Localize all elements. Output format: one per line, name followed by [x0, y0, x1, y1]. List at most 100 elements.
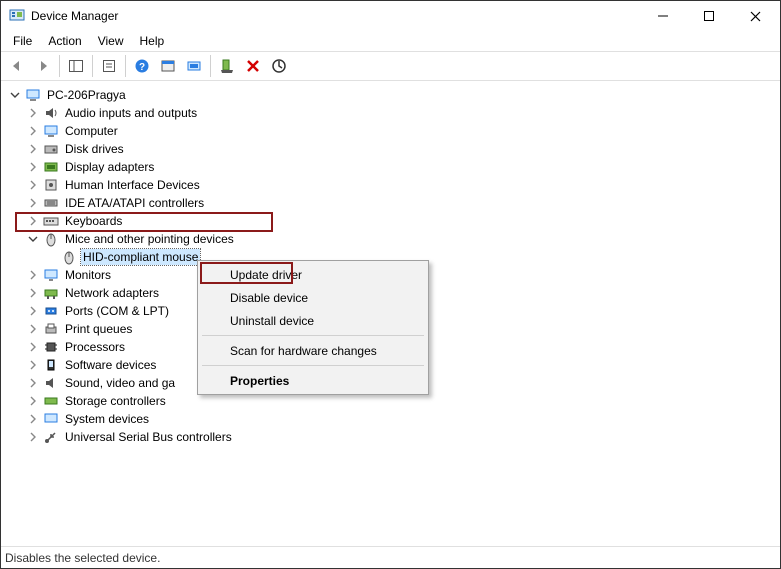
tree-category-row[interactable]: Human Interface Devices	[5, 176, 780, 194]
chevron-right-icon[interactable]	[25, 321, 41, 337]
chevron-right-icon[interactable]	[25, 375, 41, 391]
chevron-down-icon[interactable]	[7, 87, 23, 103]
printer-icon	[43, 321, 59, 337]
chevron-right-icon[interactable]	[25, 411, 41, 427]
chevron-right-icon[interactable]	[25, 159, 41, 175]
device-label: PC-206Pragya	[45, 87, 128, 103]
context-update-driver[interactable]: Update driver	[200, 263, 426, 286]
context-scan-hardware[interactable]: Scan for hardware changes	[200, 339, 426, 362]
app-icon	[9, 8, 25, 24]
device-label: Monitors	[63, 267, 113, 283]
chevron-right-icon[interactable]	[25, 285, 41, 301]
chevron-down-icon[interactable]	[25, 231, 41, 247]
device-label: Keyboards	[63, 213, 124, 229]
computer-icon	[25, 87, 41, 103]
device-label: Print queues	[63, 321, 134, 337]
tree-category-row[interactable]: System devices	[5, 410, 780, 428]
chevron-right-icon[interactable]	[25, 267, 41, 283]
context-menu: Update driver Disable device Uninstall d…	[197, 260, 429, 395]
hid-icon	[43, 177, 59, 193]
chevron-right-icon[interactable]	[25, 303, 41, 319]
context-separator	[202, 335, 424, 336]
software-device-icon	[43, 357, 59, 373]
chevron-right-icon[interactable]	[25, 177, 41, 193]
back-button[interactable]	[5, 54, 29, 78]
monitor-icon	[43, 267, 59, 283]
chevron-right-icon[interactable]	[25, 195, 41, 211]
context-uninstall-device[interactable]: Uninstall device	[200, 309, 426, 332]
tree-category-row[interactable]: Universal Serial Bus controllers	[5, 428, 780, 446]
status-bar: Disables the selected device.	[1, 546, 780, 568]
device-label: Display adapters	[63, 159, 156, 175]
device-label: Ports (COM & LPT)	[63, 303, 171, 319]
context-separator	[202, 365, 424, 366]
network-icon	[43, 285, 59, 301]
title-bar: Device Manager	[1, 1, 780, 31]
show-hide-tree-button[interactable]	[64, 54, 88, 78]
window-title: Device Manager	[31, 9, 640, 23]
device-label: System devices	[63, 411, 151, 427]
menu-action[interactable]: Action	[40, 32, 89, 50]
toolbar-separator	[92, 55, 93, 77]
chevron-right-icon[interactable]	[25, 339, 41, 355]
status-text: Disables the selected device.	[5, 551, 160, 565]
menu-file[interactable]: File	[5, 32, 40, 50]
maximize-button[interactable]	[686, 1, 732, 31]
chevron-right-icon[interactable]	[25, 105, 41, 121]
keyboard-icon	[43, 213, 59, 229]
mouse-icon	[61, 249, 77, 265]
disable-device-button[interactable]	[241, 54, 265, 78]
enable-device-button[interactable]	[215, 54, 239, 78]
chevron-right-icon[interactable]	[25, 123, 41, 139]
device-label: HID-compliant mouse	[81, 249, 200, 265]
device-label: Mice and other pointing devices	[63, 231, 236, 247]
sound-icon	[43, 375, 59, 391]
tree-category-row-mice[interactable]: Mice and other pointing devices	[5, 230, 780, 248]
update-driver-button[interactable]	[267, 54, 291, 78]
forward-button[interactable]	[31, 54, 55, 78]
scan-hardware-button[interactable]	[182, 54, 206, 78]
menu-bar: File Action View Help	[1, 31, 780, 51]
chevron-right-icon[interactable]	[25, 213, 41, 229]
chevron-right-icon[interactable]	[25, 429, 41, 445]
chevron-right-icon[interactable]	[25, 141, 41, 157]
computer-icon	[43, 123, 59, 139]
device-label: Audio inputs and outputs	[63, 105, 199, 121]
storage-controller-icon	[43, 393, 59, 409]
toolbar: ?	[1, 51, 780, 81]
device-label: Network adapters	[63, 285, 161, 301]
device-label: Sound, video and ga	[63, 375, 177, 391]
action-button[interactable]	[156, 54, 180, 78]
chevron-right-icon[interactable]	[25, 393, 41, 409]
tree-category-row[interactable]: Disk drives	[5, 140, 780, 158]
help-button[interactable]: ?	[130, 54, 154, 78]
device-label: Storage controllers	[63, 393, 168, 409]
usb-icon	[43, 429, 59, 445]
properties-button[interactable]	[97, 54, 121, 78]
tree-category-row[interactable]: Computer	[5, 122, 780, 140]
context-disable-device[interactable]: Disable device	[200, 286, 426, 309]
display-adapter-icon	[43, 159, 59, 175]
context-properties[interactable]: Properties	[200, 369, 426, 392]
menu-help[interactable]: Help	[132, 32, 173, 50]
tree-root-row[interactable]: PC-206Pragya	[5, 86, 780, 104]
chevron-right-icon[interactable]	[25, 357, 41, 373]
speaker-icon	[43, 105, 59, 121]
device-label: Disk drives	[63, 141, 126, 157]
device-label: Software devices	[63, 357, 158, 373]
device-label: Processors	[63, 339, 127, 355]
minimize-button[interactable]	[640, 1, 686, 31]
disk-icon	[43, 141, 59, 157]
menu-view[interactable]: View	[90, 32, 132, 50]
processor-icon	[43, 339, 59, 355]
tree-category-row[interactable]: Audio inputs and outputs	[5, 104, 780, 122]
device-label: Human Interface Devices	[63, 177, 202, 193]
device-label: Computer	[63, 123, 120, 139]
tree-category-row[interactable]: IDE ATA/ATAPI controllers	[5, 194, 780, 212]
tree-category-row[interactable]: Keyboards	[5, 212, 780, 230]
svg-text:?: ?	[139, 62, 145, 73]
tree-category-row[interactable]: Display adapters	[5, 158, 780, 176]
toolbar-separator	[59, 55, 60, 77]
ide-controller-icon	[43, 195, 59, 211]
close-button[interactable]	[732, 1, 778, 31]
